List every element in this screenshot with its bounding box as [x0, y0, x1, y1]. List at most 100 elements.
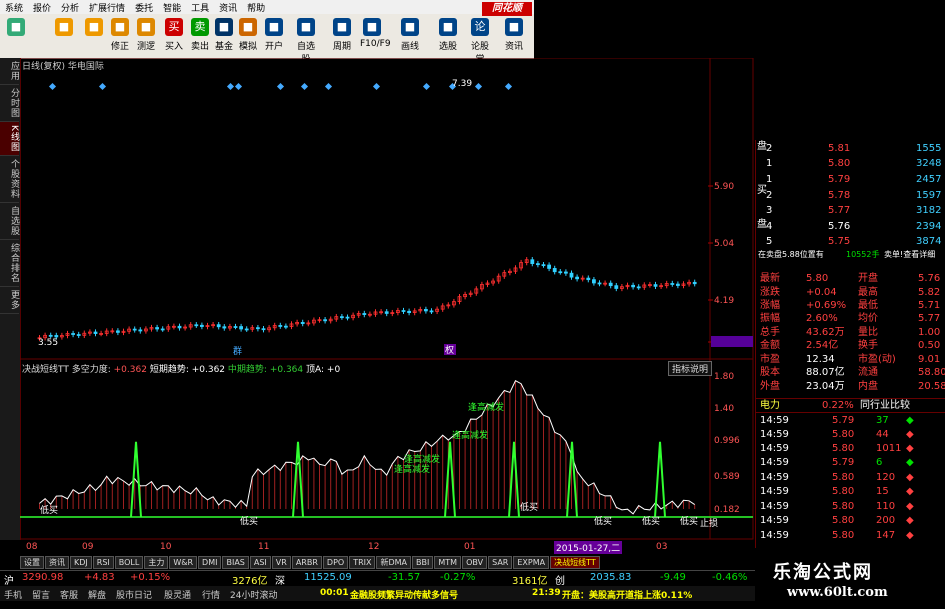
quote-key: 总手 [760, 327, 780, 338]
tick-row: 14:59 5.79 37 ◆ [756, 414, 945, 427]
toolbar-btn-5[interactable]: 买买入 [162, 18, 186, 56]
status-link-5[interactable]: 股灵通 [164, 588, 191, 601]
bottom-tab-15[interactable]: BBI [412, 556, 434, 569]
toolbar-btn-3[interactable]: ■ 修正 [108, 18, 132, 56]
menu-item-8[interactable]: 帮助 [242, 1, 270, 14]
tick-vol: 15 [876, 486, 889, 497]
toolbar-btn-11[interactable]: ■ 周期 [330, 18, 354, 56]
toolbar-btn-9[interactable]: ■ 开户 [262, 18, 286, 56]
sector-compare-button[interactable]: 同行业比较 [860, 399, 910, 412]
status-link-6[interactable]: 行情 [202, 588, 220, 601]
up-arrow-icon: ◆ [906, 530, 914, 541]
menu-item-7[interactable]: 资讯 [214, 1, 242, 14]
news-news2[interactable]: 开盘：美股高开道指上涨0.11% [562, 588, 692, 601]
candle-body [653, 284, 658, 287]
toolbar-btn-label: 资讯 [504, 42, 523, 52]
bottom-tab-10[interactable]: VR [271, 556, 291, 569]
event-diamond-1 [98, 82, 107, 91]
bottom-tab-1[interactable]: 资讯 [45, 556, 69, 569]
indicator-tabs: 设置 资讯 KDJ RSI BOLL 主力 W&R DMI BIAS ASI VR ARBR DPO TR… [20, 556, 754, 569]
status-link-0[interactable]: 手机 [4, 588, 22, 601]
status-link-4[interactable]: 股市日记 [116, 588, 152, 601]
toolbar-btn-8[interactable]: ■ 模拟 [236, 18, 260, 56]
tick-price: 5.79 [832, 415, 855, 426]
bottom-tab-0[interactable]: 设置 [20, 556, 44, 569]
summary-link: 卖单!查看详细 [884, 250, 936, 259]
toolbar-btn-0[interactable]: ■ [4, 18, 28, 56]
menu-item-5[interactable]: 智能 [158, 1, 186, 14]
left-tab-5[interactable]: 综合排名 [0, 240, 19, 287]
status-link-1[interactable]: 留言 [32, 588, 50, 601]
quote-val-2: 9.01 [918, 354, 941, 365]
toolbar-btn-14[interactable]: ■ 选股 [436, 18, 460, 56]
bottom-tab-2[interactable]: KDJ [70, 556, 92, 569]
left-tab-0[interactable]: 应用 [0, 58, 19, 85]
buy-label-2: 盘 [757, 219, 767, 230]
bottom-tab-4[interactable]: BOLL [114, 556, 144, 569]
quote-val: 43.62万 [806, 327, 845, 338]
menu-item-3[interactable]: 扩展行情 [84, 1, 130, 14]
news-news1[interactable]: 金融股频繁异动传献多信号 [350, 588, 458, 601]
left-tab-1[interactable]: 分时图 [0, 85, 19, 122]
candle-body [676, 283, 680, 286]
menu-item-1[interactable]: 报价 [28, 1, 56, 14]
toolbar-btn-13[interactable]: ■ 画线 [398, 18, 422, 56]
left-tab-2[interactable]: K线图 [0, 122, 19, 156]
toolbar-btn-16[interactable]: ■ 资讯 [502, 18, 526, 56]
toolbar-btn-15[interactable]: 论论股堂 [468, 18, 492, 65]
menu-item-2[interactable]: 分析 [56, 1, 84, 14]
candle-body [71, 333, 75, 335]
tick-row: 14:59 5.80 44 ◆ [756, 428, 945, 441]
indicator-help-button[interactable]: 指标说明 [668, 361, 713, 376]
sell-label-row: 盘 [756, 140, 945, 153]
sell-label: 盘 [757, 141, 767, 152]
event-diamond-0 [48, 82, 57, 91]
quote-key-2: 换手 [858, 340, 878, 351]
toolbar-btn-10[interactable]: ■ 自选股 [294, 18, 318, 65]
idx1-pct: +0.15% [130, 572, 171, 583]
candle-body [692, 281, 697, 285]
bottom-tab-12[interactable]: DPO [322, 556, 349, 569]
toolbar-btn-6[interactable]: 卖卖出 [188, 18, 212, 56]
status-link-3[interactable]: 解盘 [88, 588, 106, 601]
menu-item-6[interactable]: 工具 [186, 1, 214, 14]
bottom-tab-16[interactable]: MTM [434, 556, 462, 569]
bottom-tab-13[interactable]: TRIX [349, 556, 376, 569]
bottom-tab-9[interactable]: ASI [249, 556, 271, 569]
left-tab-6[interactable]: 更多 [0, 287, 19, 314]
bottom-tab-17[interactable]: OBV [462, 556, 488, 569]
quote-panel: 2 5.81 1555 1 5.80 3248 1 5.79 2457 2 5.78 1597 3 5.7… [755, 140, 945, 548]
bottom-tab-3[interactable]: RSI [92, 556, 114, 569]
quote-val-2: 1.00 [918, 327, 941, 338]
toolbar-btn-1[interactable]: ■ [52, 18, 76, 56]
quote-key: 涨幅 [760, 300, 780, 311]
toolbar-btn-7[interactable]: ■ 基金 [212, 18, 236, 56]
idx3-pct: -0.46% [712, 572, 748, 583]
status-link-7[interactable]: 24小时滚动 [230, 588, 277, 601]
left-tab-3[interactable]: 个股资料 [0, 156, 19, 203]
tick-price: 5.80 [832, 472, 855, 483]
bottom-tab-6[interactable]: W&R [169, 556, 198, 569]
candle-body [233, 326, 238, 328]
bottom-tab-20[interactable]: 决战短线TT [550, 556, 600, 569]
bottom-tab-7[interactable]: DMI [198, 556, 222, 569]
candle-body [423, 309, 428, 312]
bottom-tab-14[interactable]: 新DMA [376, 556, 412, 569]
toolbar-btn-4[interactable]: ■ 测逻 [134, 18, 158, 56]
bottom-tab-18[interactable]: SAR [488, 556, 513, 569]
left-tab-4[interactable]: 自选股 [0, 203, 19, 240]
status-link-2[interactable]: 客服 [60, 588, 78, 601]
toolbar-btn-12[interactable]: ■ F10/F9 [360, 18, 391, 56]
bottom-tab-5[interactable]: 主力 [144, 556, 169, 569]
bottom-tab-11[interactable]: ARBR [291, 556, 322, 569]
candle-body [547, 264, 551, 269]
toolbar-btn-2[interactable]: ■ [82, 18, 106, 56]
quote-key-2: 最低 [858, 300, 878, 311]
menu-item-4[interactable]: 委托 [130, 1, 158, 14]
kline-chart[interactable]: 5.90 5.04 4.19 3.55 1.80 1.40 0.996 0.589 0.182 7… [20, 58, 754, 540]
indicator-field-4: 顶A: [306, 365, 327, 375]
menu-item-0[interactable]: 系统 [0, 1, 28, 14]
bottom-tab-19[interactable]: EXPMA [513, 556, 550, 569]
idx1-amount: 3276亿 [232, 576, 268, 587]
bottom-tab-8[interactable]: BIAS [222, 556, 249, 569]
